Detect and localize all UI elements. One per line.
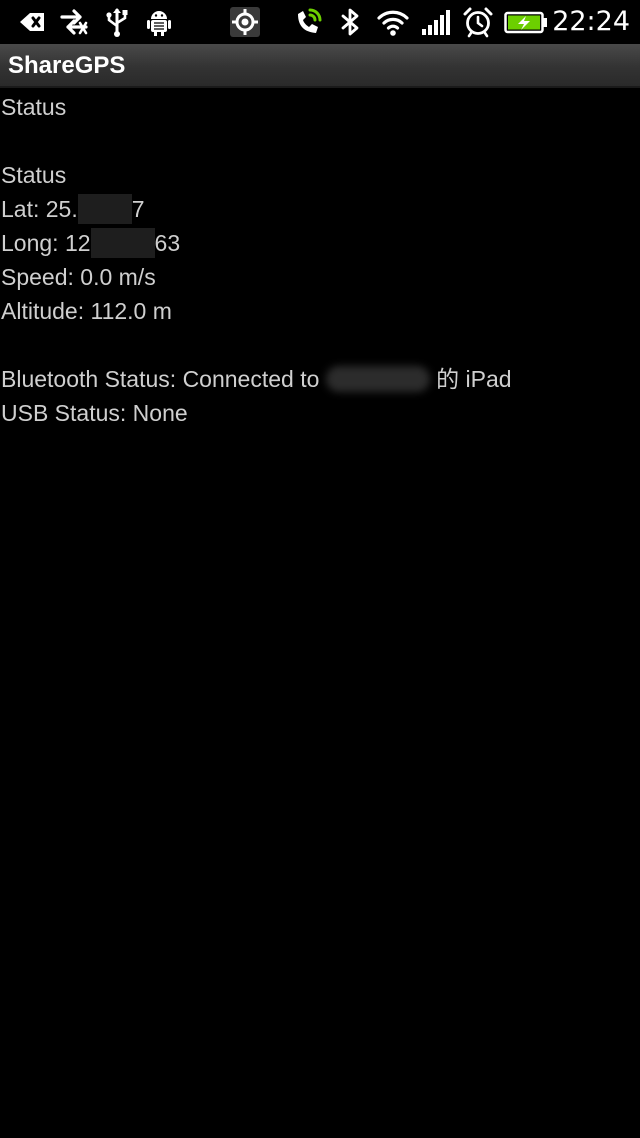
cell-signal-icon <box>419 6 451 38</box>
app-title: ShareGPS <box>8 52 126 79</box>
redacted-block <box>77 193 132 224</box>
longitude-suffix: 63 <box>154 230 181 256</box>
redacted-block <box>90 227 155 258</box>
status-bar: 22:24 <box>0 0 640 44</box>
status-content: Status Status Lat: 25. 7 Long: 12 63 Speed… <box>1 90 637 430</box>
android-debug-icon <box>143 6 175 38</box>
altitude-row: Altitude: 112.0 m <box>1 298 172 324</box>
latitude-row: Lat: 25. 7 <box>1 192 637 226</box>
status-header: Status <box>1 94 67 120</box>
bluetooth-device-suffix: 的 iPad <box>436 366 512 392</box>
wifi-icon <box>377 6 409 38</box>
speed-row: Speed: 0.0 m/s <box>1 264 156 290</box>
latitude-suffix: 7 <box>131 196 145 222</box>
usb-icon <box>101 6 133 38</box>
bluetooth-icon <box>334 6 366 38</box>
battery-charging-icon <box>504 6 548 38</box>
bluetooth-status-label: Bluetooth Status: Connected to <box>1 366 320 392</box>
bluetooth-status-row: Bluetooth Status: Connected to 的 iPad <box>1 362 637 396</box>
phone-signal-icon <box>292 6 324 38</box>
back-notify-icon <box>16 6 48 38</box>
redacted-device-name <box>325 365 430 392</box>
longitude-row: Long: 12 63 <box>1 226 637 260</box>
latitude-label: Lat: 25. <box>1 196 78 222</box>
usb-status-row: USB Status: None <box>1 400 188 426</box>
gps-icon <box>229 6 261 38</box>
app-title-bar: ShareGPS <box>0 44 640 88</box>
alarm-icon <box>462 6 494 38</box>
longitude-label: Long: 12 <box>1 230 91 256</box>
section-title: Status <box>1 162 67 188</box>
clock-time: 22:24 <box>552 6 630 37</box>
data-sync-icon <box>58 6 90 38</box>
